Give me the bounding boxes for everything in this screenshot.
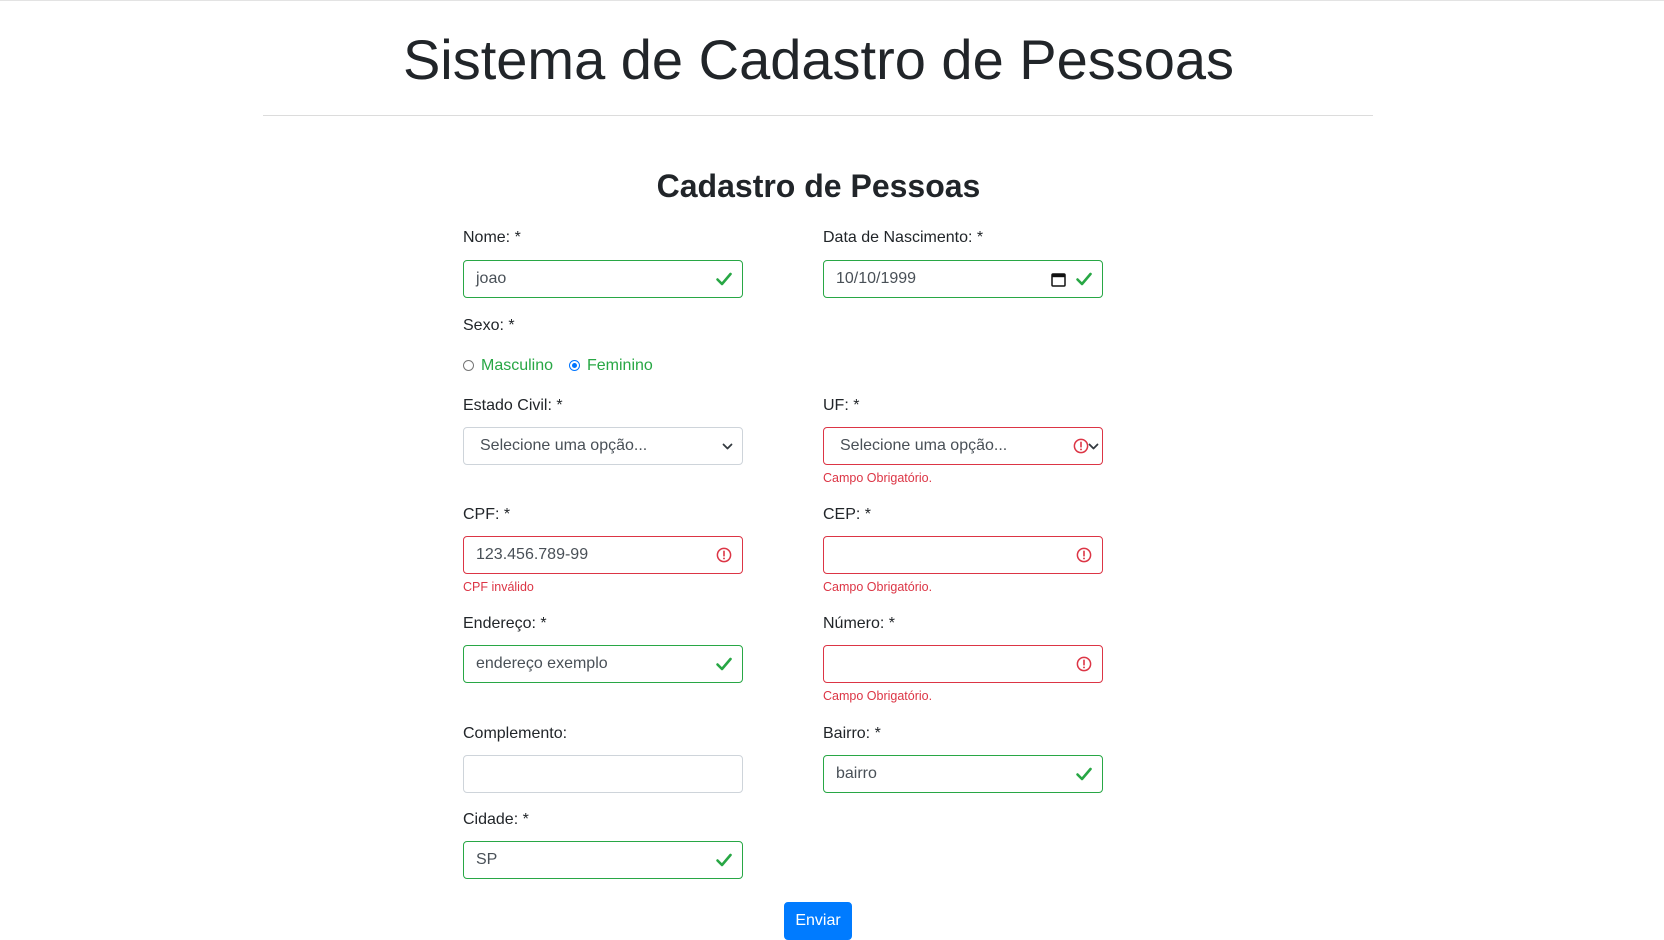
uf-feedback: Campo Obrigatório.: [823, 471, 933, 485]
nome-input[interactable]: joao: [463, 260, 743, 298]
complemento-label: Complemento:: [463, 725, 568, 742]
check-icon: [1075, 765, 1093, 783]
cep-feedback: Campo Obrigatório.: [823, 580, 933, 594]
numero-feedback: Campo Obrigatório.: [823, 689, 933, 703]
numero-label: Número: *: [823, 615, 896, 632]
chevron-down-icon: [1088, 441, 1099, 452]
estado-civil-selected: Selecione uma opção...: [480, 437, 648, 454]
exclamation-circle-icon: [715, 546, 733, 564]
exclamation-circle-icon: [1075, 546, 1093, 564]
cpf-value: 123.456.789-99: [476, 546, 589, 563]
calendar-icon[interactable]: [1051, 272, 1066, 287]
estado-civil-select[interactable]: Selecione uma opção...: [463, 427, 743, 465]
uf-selected: Selecione uma opção...: [840, 437, 1008, 454]
check-icon: [715, 270, 733, 288]
radio-masculino-label[interactable]: Masculino: [481, 356, 553, 376]
nome-label: Nome: *: [463, 229, 521, 246]
chevron-down-icon: [722, 441, 733, 452]
bairro-label: Bairro: *: [823, 725, 881, 742]
complemento-input[interactable]: [463, 755, 743, 793]
cidade-value: SP: [476, 851, 498, 868]
cpf-input[interactable]: 123.456.789-99: [463, 536, 743, 574]
bairro-input[interactable]: bairro: [823, 755, 1103, 793]
radio-masculino-circle[interactable]: [463, 360, 474, 371]
top-border: [0, 0, 1664, 1]
submit-button[interactable]: Enviar: [784, 902, 852, 940]
nascimento-label: Data de Nascimento: *: [823, 229, 984, 246]
header-divider: [263, 115, 1373, 116]
cidade-label: Cidade: *: [463, 811, 529, 828]
cidade-input[interactable]: SP: [463, 841, 743, 879]
cpf-feedback: CPF inválido: [463, 580, 534, 594]
uf-label: UF: *: [823, 397, 860, 414]
form-title: Cadastro de Pessoas: [656, 168, 981, 204]
uf-select[interactable]: Selecione uma opção...: [823, 427, 1103, 465]
exclamation-circle-icon: [1075, 655, 1093, 673]
cep-input[interactable]: [823, 536, 1103, 574]
nascimento-value: 10/10/1999: [836, 270, 917, 287]
numero-input[interactable]: [823, 645, 1103, 683]
nome-value: joao: [476, 270, 507, 287]
bairro-value: bairro: [836, 765, 877, 782]
page-title: Sistema de Cadastro de Pessoas: [402, 28, 1235, 91]
estado-civil-label: Estado Civil: *: [463, 397, 563, 414]
sexo-label: Sexo: *: [463, 317, 515, 334]
check-icon: [715, 655, 733, 673]
endereco-input[interactable]: endereço exemplo: [463, 645, 743, 683]
nascimento-input[interactable]: 10/10/1999: [823, 260, 1103, 298]
endereco-value: endereço exemplo: [476, 655, 608, 672]
cpf-label: CPF: *: [463, 506, 511, 523]
cep-label: CEP: *: [823, 506, 872, 523]
radio-feminino-label[interactable]: Feminino: [587, 356, 653, 376]
check-icon: [715, 851, 733, 869]
endereco-label: Endereço: *: [463, 615, 547, 632]
radio-feminino-circle[interactable]: [569, 360, 580, 371]
check-icon: [1075, 270, 1093, 288]
